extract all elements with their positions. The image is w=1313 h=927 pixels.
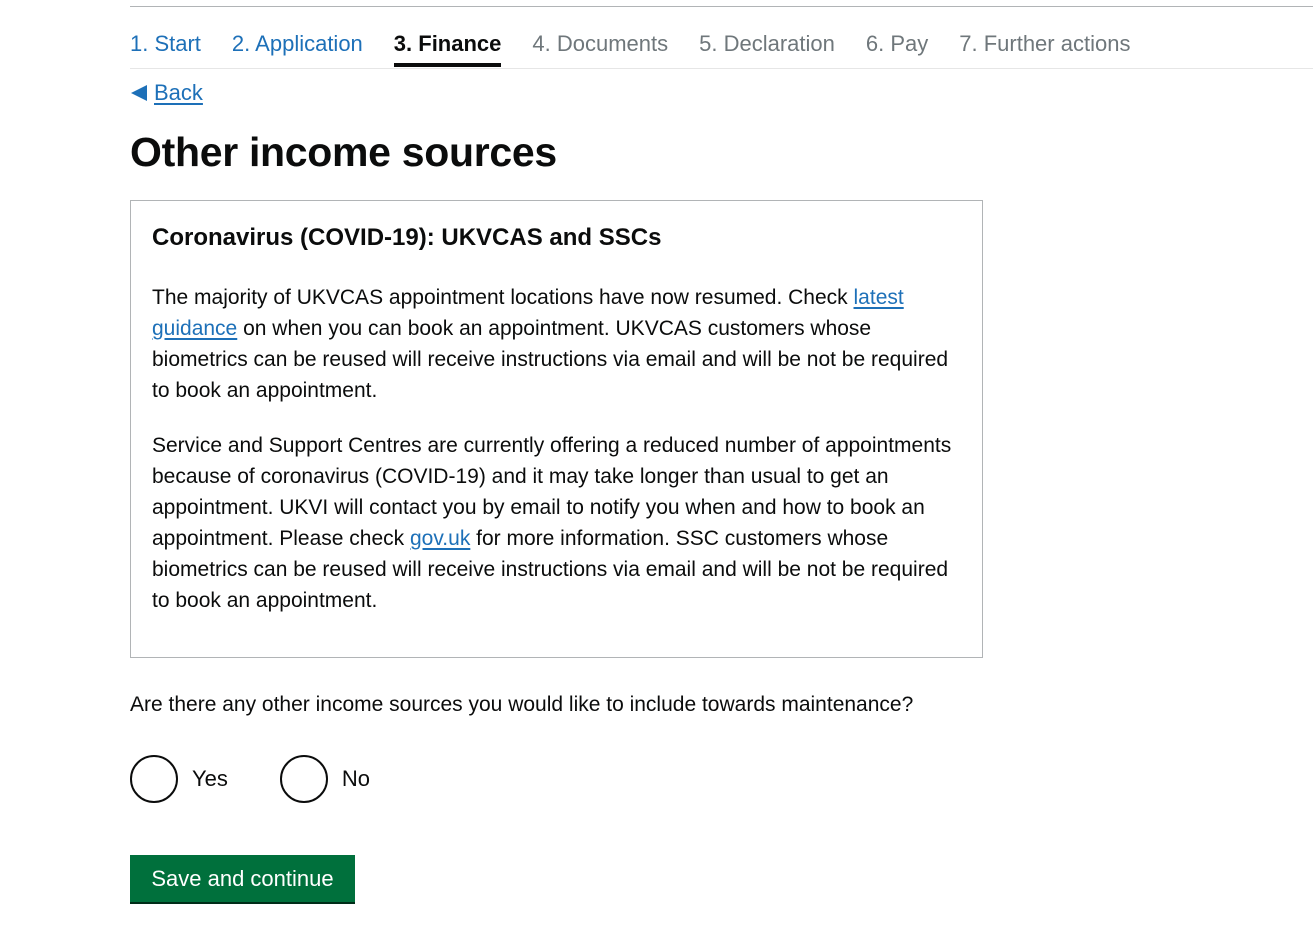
notice-p1-text-end: on when you can book an appointment. UKV… xyxy=(152,317,949,402)
notice-heading: Coronavirus (COVID-19): UKVCAS and SSCs xyxy=(152,224,662,251)
step-documents: 4. Documents xyxy=(532,31,669,56)
radio-no-label[interactable]: No xyxy=(342,766,370,792)
notice-p1-text-start: The majority of UKVCAS appointment locat… xyxy=(152,286,854,309)
top-divider xyxy=(130,6,1313,7)
step-further-actions: 7. Further actions xyxy=(959,31,1131,56)
radio-no-circle[interactable] xyxy=(279,755,328,803)
step-application[interactable]: 2. Application xyxy=(232,22,363,66)
radio-no[interactable]: No xyxy=(279,755,370,803)
step-pay: 6. Pay xyxy=(865,31,929,56)
back-arrow-icon xyxy=(131,85,147,101)
income-radio-group: Yes No xyxy=(130,755,422,803)
back-link[interactable]: Back xyxy=(131,78,203,108)
notice-paragraph-2: Service and Support Centres are currentl… xyxy=(152,430,952,616)
notice-paragraph-1: The majority of UKVCAS appointment locat… xyxy=(152,282,952,406)
covid-notice: Coronavirus (COVID-19): UKVCAS and SSCs … xyxy=(130,200,983,658)
radio-yes[interactable]: Yes xyxy=(130,755,228,803)
page-title: Other income sources xyxy=(130,129,557,175)
save-and-continue-button[interactable]: Save and continue xyxy=(130,855,355,902)
radio-yes-label[interactable]: Yes xyxy=(192,766,228,792)
step-finance: 3. Finance xyxy=(393,22,501,67)
income-question: Are there any other income sources you w… xyxy=(130,693,914,716)
step-start[interactable]: 1. Start xyxy=(130,22,201,66)
step-declaration: 5. Declaration xyxy=(699,31,835,56)
gov-uk-link[interactable]: gov.uk xyxy=(410,527,470,550)
step-navigation: 1. Start 2. Application 3. Finance 4. Do… xyxy=(130,22,1313,69)
radio-yes-circle[interactable] xyxy=(130,755,178,803)
back-link-label: Back xyxy=(154,80,203,105)
